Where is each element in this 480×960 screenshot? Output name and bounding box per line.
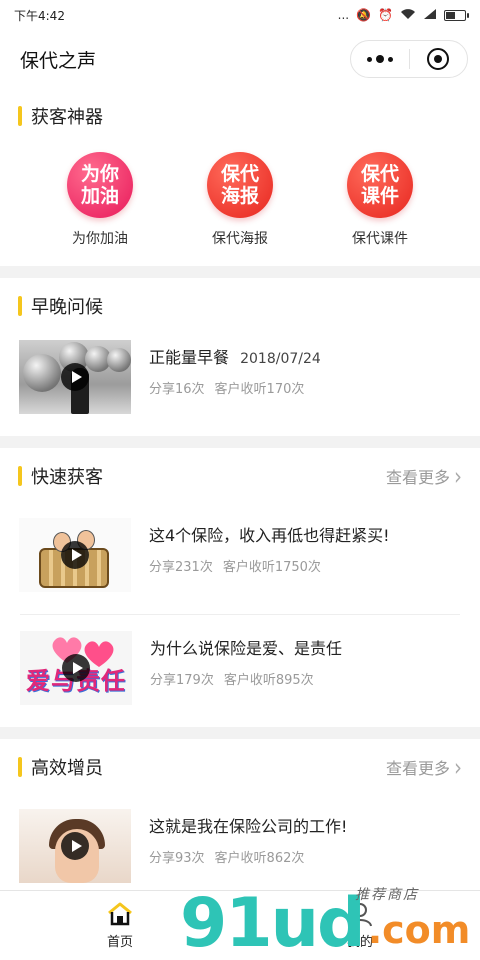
play-icon[interactable] — [61, 832, 89, 860]
section-greeting: 早晚问候 正能量早餐 2018/07/24 分享16次 客户收听170次 — [0, 278, 480, 436]
tool-label: 为你加油 — [72, 231, 128, 247]
miniprogram-capsule — [350, 40, 468, 78]
play-icon[interactable] — [61, 363, 89, 391]
view-more-link[interactable]: 查看更多 › — [386, 755, 462, 779]
play-icon[interactable] — [62, 654, 90, 682]
status-icons: ... 🔕 ⏰ — [337, 8, 469, 23]
list-item[interactable]: 这就是我在保险公司的工作! 分享93次 客户收听862次 — [0, 795, 480, 899]
tab-label: 首页 — [106, 935, 133, 950]
nav-bar: 保代之声 — [0, 30, 480, 88]
item-title: 为什么说保险是爱、是责任 — [150, 639, 343, 658]
tab-label: 我的 — [346, 935, 373, 950]
chevron-right-icon: › — [454, 461, 462, 491]
courseware-icon: 保代 课件 — [347, 152, 413, 218]
section-title: 早晚问候 — [31, 297, 103, 318]
accent-bar — [18, 757, 22, 777]
accent-bar — [18, 296, 22, 316]
video-thumbnail — [19, 809, 131, 883]
item-stats: 分享179次 客户收听895次 — [150, 673, 314, 688]
close-miniprogram-button[interactable] — [410, 41, 468, 77]
section-title: 快速获客 — [31, 467, 103, 488]
more-dots-icon: ... — [337, 8, 350, 22]
item-title: 这4个保险，收入再低也得赶紧买! — [149, 526, 390, 545]
cell-signal-icon — [423, 8, 437, 23]
list-item[interactable]: 爱与责任 为什么说保险是爱、是责任 分享179次客户收听895次 — [20, 614, 460, 727]
accent-bar — [18, 106, 22, 126]
target-icon — [427, 48, 450, 70]
tool-label: 保代海报 — [212, 231, 268, 247]
tool-cheer[interactable]: 为你 加油 为你加油 — [50, 152, 150, 248]
tab-bar: 首页 我的 — [0, 890, 480, 960]
list-item[interactable]: 这4个保险，收入再低也得赶紧买! 分享231次 客户收听1750次 — [0, 504, 480, 614]
tool-poster[interactable]: 保代 海报 保代海报 — [190, 152, 290, 248]
section-title: 高效增员 — [31, 758, 103, 779]
menu-button[interactable] — [351, 41, 409, 77]
item-stats: 分享16次 客户收听170次 — [149, 382, 305, 397]
poster-icon: 保代 海报 — [207, 152, 273, 218]
wifi-icon — [400, 8, 416, 23]
list-item[interactable]: 正能量早餐 2018/07/24 分享16次 客户收听170次 — [0, 334, 480, 436]
item-date: 2018/07/24 — [240, 351, 321, 367]
section-title: 获客神器 — [31, 107, 103, 128]
video-thumbnail — [19, 340, 131, 414]
tool-courseware[interactable]: 保代 课件 保代课件 — [330, 152, 430, 248]
section-header: 高效增员 查看更多 › — [0, 739, 480, 795]
cheer-icon: 为你 加油 — [67, 152, 133, 218]
tool-grid: 为你 加油 为你加油 保代 海报 保代海报 保代 课件 保代课件 — [0, 144, 480, 266]
item-title: 正能量早餐 — [149, 348, 230, 367]
tab-home[interactable]: 首页 — [0, 891, 240, 960]
mute-icon: 🔕 — [356, 8, 372, 22]
user-icon — [348, 903, 372, 927]
page-title: 保代之声 — [20, 49, 97, 72]
item-stats: 分享93次 客户收听862次 — [149, 851, 305, 866]
item-title: 这就是我在保险公司的工作! — [149, 817, 348, 836]
more-icon — [366, 55, 393, 63]
battery-icon — [444, 9, 469, 21]
item-stats: 分享231次 客户收听1750次 — [149, 560, 321, 575]
alarm-icon: ⏰ — [378, 8, 393, 22]
play-icon[interactable] — [61, 541, 89, 569]
tool-label: 保代课件 — [352, 231, 408, 247]
video-thumbnail — [19, 518, 131, 592]
view-more-link[interactable]: 查看更多 › — [386, 464, 462, 488]
section-header: 早晚问候 — [0, 278, 480, 334]
section-header: 快速获客 查看更多 › — [0, 448, 480, 504]
accent-bar — [18, 466, 22, 486]
home-icon — [108, 902, 132, 926]
section-header: 获客神器 — [0, 88, 480, 144]
section-growth: 高效增员 查看更多 › 这就是我在保险公司的工作! 分享93次 客户收听862次 — [0, 739, 480, 899]
tab-mine[interactable]: 我的 — [240, 891, 480, 960]
status-bar: 下午4:42 ... 🔕 ⏰ — [0, 0, 480, 30]
section-tools: 获客神器 为你 加油 为你加油 保代 海报 保代海报 保代 课件 保代课件 — [0, 88, 480, 266]
chevron-right-icon: › — [454, 752, 462, 782]
status-time: 下午4:42 — [14, 8, 65, 23]
section-fast: 快速获客 查看更多 › 这4个保险，收入再低也得赶紧买! 分享231次 客户收听17… — [0, 448, 480, 727]
video-thumbnail: 爱与责任 — [20, 631, 132, 705]
